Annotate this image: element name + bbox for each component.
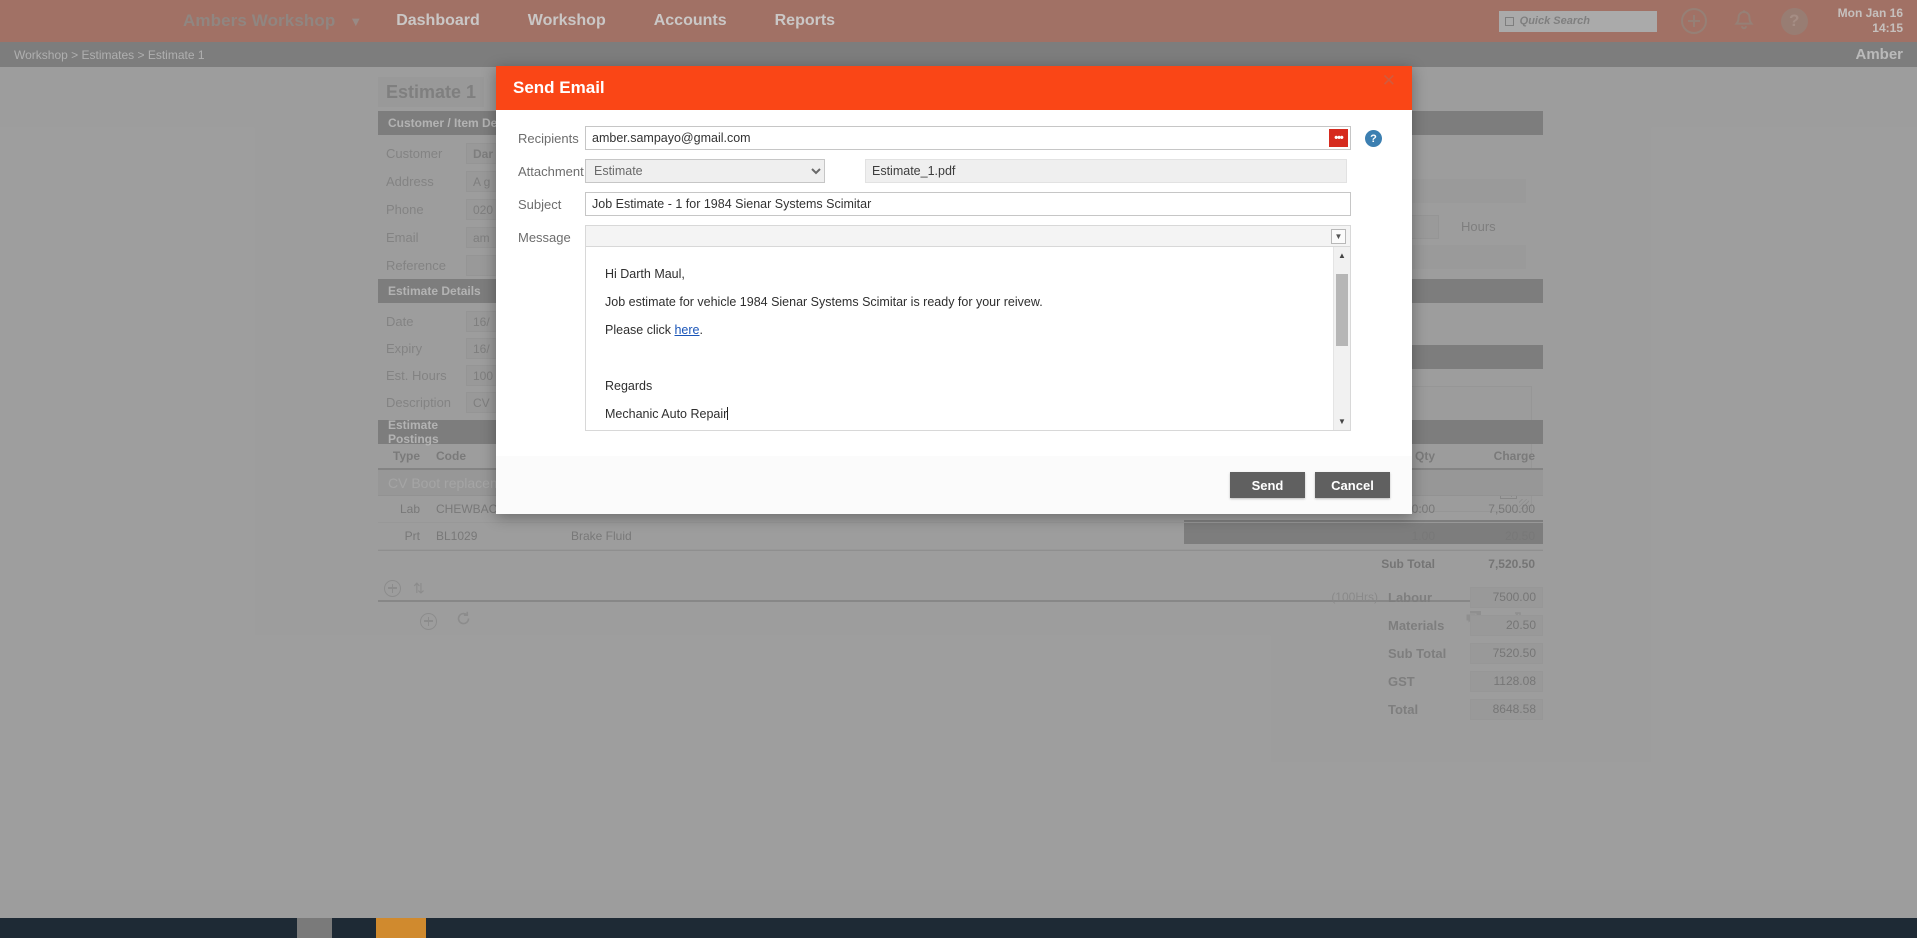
send-button[interactable]: Send [1230, 472, 1305, 498]
message-editor[interactable]: Hi Darth Maul, Job estimate for vehicle … [585, 247, 1351, 431]
recipients-label: Recipients [518, 126, 585, 146]
attachment-label: Attachment [518, 159, 585, 179]
message-greeting: Hi Darth Maul, [605, 260, 1324, 288]
attachment-filename: Estimate_1.pdf [865, 159, 1347, 183]
scrollbar-thumb[interactable] [1336, 274, 1348, 346]
text-caret [727, 407, 728, 420]
message-label: Message [518, 225, 585, 245]
dialog-footer: Send Cancel [496, 456, 1412, 514]
scroll-down-icon[interactable]: ▼ [1334, 413, 1350, 430]
message-row: Message ▼ Hi Darth Maul, Job estimate fo… [518, 225, 1390, 431]
subject-row: Subject [518, 192, 1390, 216]
message-scrollbar[interactable]: ▲ ▼ [1333, 247, 1350, 430]
message-blank-line [605, 344, 1324, 372]
dialog-header: Send Email ✕ [496, 66, 1412, 110]
message-line-1: Job estimate for vehicle 1984 Sienar Sys… [605, 288, 1324, 316]
message-link[interactable]: here [674, 323, 699, 337]
os-taskbar [0, 918, 1917, 938]
message-signature-text: Mechanic Auto Repair [605, 407, 727, 421]
message-line-2-pre: Please click [605, 323, 674, 337]
subject-label: Subject [518, 192, 585, 212]
recipients-input[interactable] [585, 126, 1351, 150]
message-line-2-post: . [700, 323, 703, 337]
send-email-dialog: Send Email ✕ Recipients ••• ? Attachment… [496, 66, 1412, 514]
message-signoff: Regards [605, 372, 1324, 400]
taskbar-item-active[interactable] [376, 918, 426, 938]
message-template-select[interactable]: ▼ [585, 225, 1351, 247]
attachment-row: Attachment Estimate Estimate_1.pdf [518, 159, 1390, 183]
cancel-button[interactable]: Cancel [1315, 472, 1390, 498]
recipients-row: Recipients ••• ? [518, 126, 1390, 150]
dialog-title: Send Email [513, 78, 605, 98]
message-signature: Mechanic Auto Repair [605, 400, 1324, 428]
dialog-body: Recipients ••• ? Attachment Estimate Est… [496, 110, 1412, 456]
help-icon[interactable]: ? [1365, 130, 1382, 147]
message-line-2: Please click here. [605, 316, 1324, 344]
message-body[interactable]: Hi Darth Maul, Job estimate for vehicle … [586, 247, 1350, 428]
attachment-select[interactable]: Estimate [585, 159, 825, 183]
taskbar-item[interactable] [297, 918, 332, 938]
chevron-down-icon[interactable]: ▼ [1331, 229, 1346, 244]
subject-input[interactable] [585, 192, 1351, 216]
scroll-up-icon[interactable]: ▲ [1334, 247, 1350, 264]
address-book-icon[interactable]: ••• [1329, 129, 1348, 147]
close-icon[interactable]: ✕ [1382, 72, 1396, 89]
